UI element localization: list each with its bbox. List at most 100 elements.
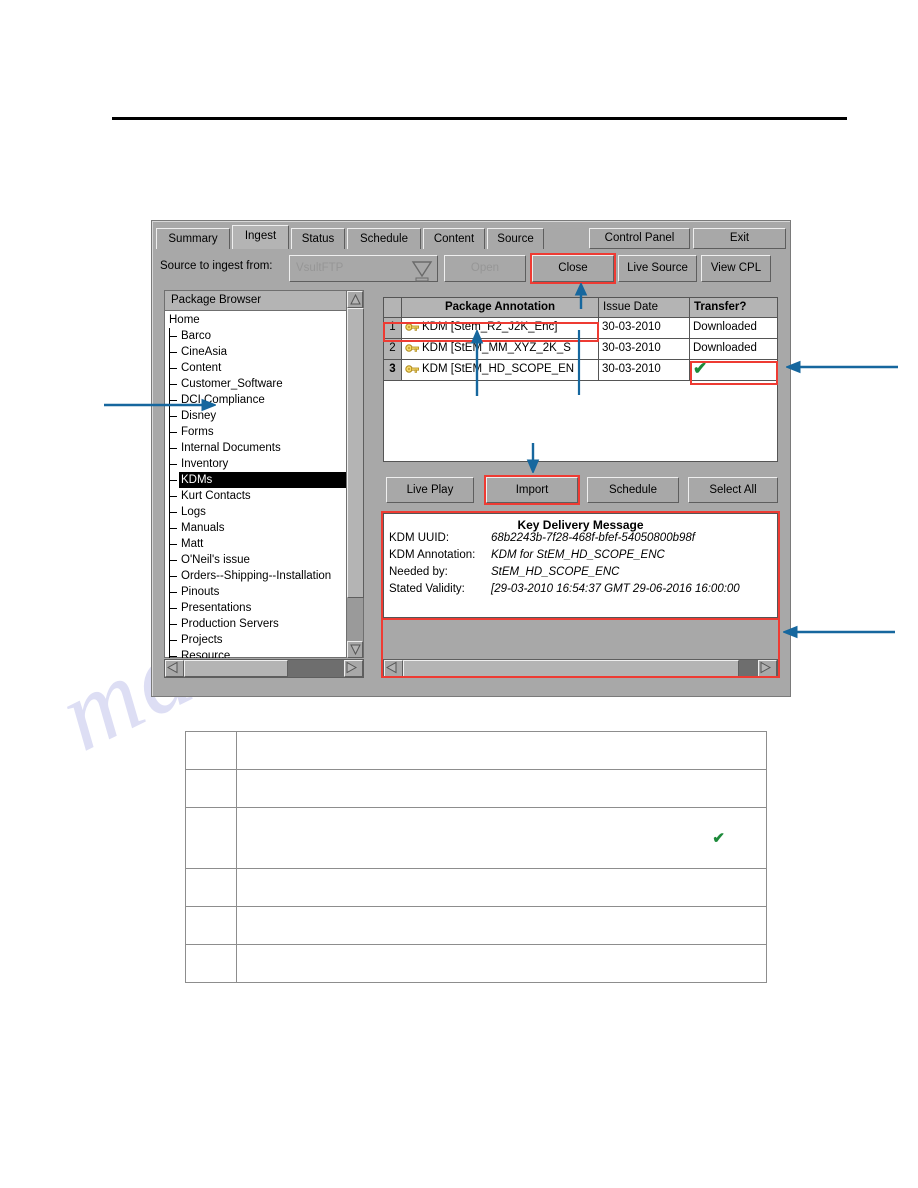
table-row[interactable]: 2 KDM [StEM_MM_XYZ_2K_S 30-03-2010 Downl… [384, 339, 777, 360]
table-row: ✔ [185, 807, 767, 869]
scroll-left-button[interactable] [165, 660, 184, 677]
row-index: 2 [384, 339, 402, 359]
tree-node-presentations[interactable]: Presentations [165, 600, 347, 616]
lower-cell-content [236, 868, 767, 907]
header-index [384, 298, 402, 317]
view-cpl-button[interactable]: View CPL [701, 255, 771, 282]
tree-node-internal-documents[interactable]: Internal Documents [165, 440, 347, 456]
tree-node-inventory[interactable]: Inventory [165, 456, 347, 472]
browser-horizontal-scrollbar[interactable] [164, 659, 364, 678]
schedule-button[interactable]: Schedule [587, 477, 679, 503]
table-row[interactable]: 1 KDM [Stem_R2_J2K_Enc] 30-03-2010 Downl… [384, 318, 777, 339]
kdm-hscroll-thumb[interactable] [403, 660, 739, 677]
tab-content[interactable]: Content [423, 228, 485, 249]
tree-node-label: DCI Compliance [181, 394, 265, 406]
tree-node-production-servers[interactable]: Production Servers [165, 616, 347, 632]
exit-button[interactable]: Exit [693, 228, 786, 249]
close-label: Close [558, 262, 588, 274]
scroll-right-button[interactable] [344, 660, 363, 677]
tab-source[interactable]: Source [487, 228, 544, 249]
browser-scroll-thumb[interactable] [347, 308, 364, 598]
tree-node-orders-shipping-installation[interactable]: Orders--Shipping--Installation [165, 568, 347, 584]
package-browser-title: Package Browser [165, 291, 363, 311]
table-row [185, 906, 767, 945]
tree-node-label: Barco [181, 330, 212, 342]
live-play-button[interactable]: Live Play [386, 477, 474, 503]
table-row [185, 731, 767, 770]
import-label: Import [515, 484, 549, 496]
source-combo[interactable]: VsultFTP [289, 255, 438, 282]
tree-node-disney[interactable]: Disney [165, 408, 347, 424]
tree-node-logs[interactable]: Logs [165, 504, 347, 520]
lower-cell-content-with-check: ✔ [236, 807, 767, 869]
browser-hscroll-thumb[interactable] [184, 660, 288, 677]
lower-cell-index [185, 807, 237, 869]
row-annotation-cell[interactable]: KDM [Stem_R2_J2K_Enc] [402, 318, 599, 338]
tree-node-oneils-issue[interactable]: O'Neil's issue [165, 552, 347, 568]
import-button[interactable]: Import [486, 477, 578, 503]
table-row [185, 944, 767, 983]
kdm-field-uuid: KDM UUID: 68b2243b-7f28-468f-bfef-540508… [384, 532, 777, 549]
tree-node-label: Disney [181, 410, 217, 422]
table-row[interactable]: 3 KDM [StEM_HD_SCOPE_EN 30-03-2010 ✔ [384, 360, 777, 381]
tree-node-matt[interactable]: Matt [165, 536, 347, 552]
tab-summary[interactable]: Summary [156, 228, 230, 249]
tree-node-cineasia[interactable]: CineAsia [165, 344, 347, 360]
header-rule [112, 117, 847, 120]
tree-node-forms[interactable]: Forms [165, 424, 347, 440]
row-issue-date: 30-03-2010 [599, 360, 690, 380]
tree-node-manuals[interactable]: Manuals [165, 520, 347, 536]
package-annotation-table[interactable]: Package Annotation Issue Date Transfer? … [383, 297, 778, 462]
tab-ingest-label: Ingest [244, 230, 277, 242]
row-annotation-cell[interactable]: KDM [StEM_MM_XYZ_2K_S [402, 339, 599, 359]
row-transfer-checked[interactable]: ✔ [690, 360, 777, 380]
kdm-scroll-left-button[interactable] [384, 660, 403, 677]
live-source-label: Live Source [627, 262, 688, 274]
close-button[interactable]: Close [532, 255, 614, 282]
kdm-scroll-right-button[interactable] [758, 660, 777, 677]
tab-status[interactable]: Status [291, 228, 345, 249]
tree-node-pinouts[interactable]: Pinouts [165, 584, 347, 600]
control-panel-button[interactable]: Control Panel [589, 228, 690, 249]
scroll-up-button[interactable] [347, 291, 363, 308]
tree-node-label: Presentations [181, 602, 252, 614]
tree-node-label: Forms [181, 426, 214, 438]
tab-schedule[interactable]: Schedule [347, 228, 421, 249]
tree-node-barco[interactable]: Barco [165, 328, 347, 344]
tree-node-content[interactable]: Content [165, 360, 347, 376]
tree-node-dci-compliance[interactable]: DCI Compliance [165, 392, 347, 408]
kdm-horizontal-scrollbar[interactable] [383, 659, 778, 678]
tree-node-home[interactable]: Home [165, 312, 347, 328]
row-annotation-cell[interactable]: KDM [StEM_HD_SCOPE_EN [402, 360, 599, 380]
kdm-annotation-value: KDM for StEM_HD_SCOPE_ENC [491, 549, 665, 561]
tree-node-kurt-contacts[interactable]: Kurt Contacts [165, 488, 347, 504]
kdm-annotation-label: KDM Annotation: [389, 549, 476, 561]
open-button[interactable]: Open [444, 255, 526, 282]
package-tree[interactable]: Home Barco CineAsia Content Customer_Sof… [165, 312, 347, 658]
view-cpl-label: View CPL [710, 262, 762, 274]
row-annotation-label: KDM [StEM_HD_SCOPE_EN [422, 363, 575, 375]
tree-node-label: Resource [181, 650, 231, 658]
annotation-arrow-kdm-panel [783, 625, 895, 639]
tree-node-label: Orders--Shipping--Installation [181, 570, 332, 582]
tab-summary-label: Summary [168, 233, 218, 245]
checkmark-icon: ✔ [693, 359, 708, 378]
select-all-button[interactable]: Select All [688, 477, 778, 503]
row-index: 3 [384, 360, 402, 380]
tree-node-projects[interactable]: Projects [165, 632, 347, 648]
tab-schedule-label: Schedule [360, 233, 408, 245]
exit-label: Exit [729, 232, 750, 244]
tab-source-label: Source [497, 233, 534, 245]
tab-ingest[interactable]: Ingest [232, 225, 289, 249]
lower-cell-content [236, 944, 767, 983]
lower-cell-index [185, 906, 237, 945]
tree-node-label: Production Servers [181, 618, 279, 630]
table-header-row: Package Annotation Issue Date Transfer? [384, 298, 777, 318]
tree-node-resource[interactable]: Resource [165, 648, 347, 658]
browser-vertical-scrollbar[interactable] [346, 291, 364, 658]
checkmark-icon: ✔ [712, 830, 725, 847]
scroll-down-button[interactable] [347, 641, 363, 658]
tree-node-customer-software[interactable]: Customer_Software [165, 376, 347, 392]
live-source-button[interactable]: Live Source [618, 255, 697, 282]
tree-node-kdms[interactable]: KDMs [165, 472, 347, 488]
